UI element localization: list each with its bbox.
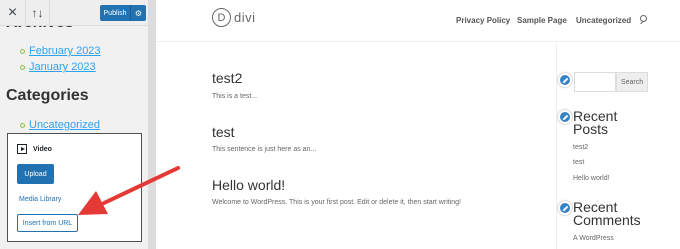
recent-post-link[interactable]: Hello world! — [573, 175, 610, 182]
gear-icon[interactable]: ⚙ — [131, 5, 146, 21]
archive-link-february-2023[interactable]: February 2023 — [29, 45, 101, 57]
sidebar-resize-gutter[interactable] — [148, 0, 156, 249]
pencil-icon — [562, 205, 568, 211]
post-title-test[interactable]: test — [212, 124, 235, 140]
post-excerpt: This is a test... — [212, 93, 258, 100]
post-excerpt: This sentence is just here as an... — [212, 146, 317, 153]
list-bullet — [20, 123, 25, 128]
panel-header: Video — [17, 144, 52, 154]
publish-group: Publish ⚙ — [100, 5, 146, 21]
close-icon[interactable]: × — [0, 0, 26, 26]
search-handle — [640, 20, 644, 25]
pencil-icon — [562, 77, 568, 83]
sort-arrows-icon[interactable]: ↑↓ — [26, 0, 50, 26]
site-logo[interactable]: D divi — [212, 8, 256, 27]
video-icon — [17, 144, 27, 154]
recent-post-link[interactable]: test — [573, 159, 584, 166]
media-library-button[interactable]: Media Library — [19, 196, 61, 203]
recent-comment-link[interactable]: A WordPress — [573, 235, 614, 242]
pencil-icon — [562, 114, 568, 120]
categories-heading: Categories — [6, 87, 89, 104]
logo-text: divi — [234, 10, 256, 25]
content-divider — [556, 43, 557, 249]
insert-from-url-button[interactable]: Insert from URL — [17, 214, 78, 232]
logo-mark: D — [212, 8, 231, 27]
recent-comments-heading: Recent Comments — [573, 199, 641, 228]
nav-uncategorized[interactable]: Uncategorized — [576, 16, 631, 26]
customizer-window: Archives February 2023 January 2023 Cate… — [0, 0, 680, 249]
customizer-sidebar: Archives February 2023 January 2023 Cate… — [0, 0, 148, 249]
post-title-test2[interactable]: test2 — [212, 70, 242, 86]
recent-posts-heading: Recent Posts — [573, 108, 618, 137]
list-bullet — [20, 65, 25, 70]
search-input[interactable] — [574, 72, 616, 92]
video-media-panel: Video Upload Media Library Insert from U… — [7, 133, 142, 242]
archive-link-january-2023[interactable]: January 2023 — [29, 61, 96, 73]
publish-button[interactable]: Publish — [100, 5, 131, 21]
edit-shortcut-search[interactable] — [558, 73, 572, 87]
panel-title: Video — [33, 145, 52, 153]
customizer-topbar: × ↑↓ Publish ⚙ — [0, 0, 148, 26]
category-link-uncategorized[interactable]: Uncategorized — [29, 119, 100, 131]
recent-post-link[interactable]: test2 — [573, 144, 588, 151]
search-button[interactable]: Search — [616, 72, 648, 92]
nav-privacy-policy[interactable]: Privacy Policy — [456, 16, 510, 26]
site-header: D divi Privacy Policy Sample Page Uncate… — [156, 0, 680, 42]
list-bullet — [20, 49, 25, 54]
upload-button[interactable]: Upload — [17, 164, 54, 184]
search-icon[interactable] — [639, 14, 649, 26]
post-title-hello-world[interactable]: Hello world! — [212, 177, 285, 193]
edit-shortcut-recent-comments[interactable] — [558, 201, 572, 215]
site-preview: D divi Privacy Policy Sample Page Uncate… — [156, 0, 680, 249]
post-excerpt: Welcome to WordPress. This is your first… — [212, 199, 461, 206]
edit-shortcut-recent-posts[interactable] — [558, 110, 572, 124]
nav-sample-page[interactable]: Sample Page — [517, 16, 567, 26]
